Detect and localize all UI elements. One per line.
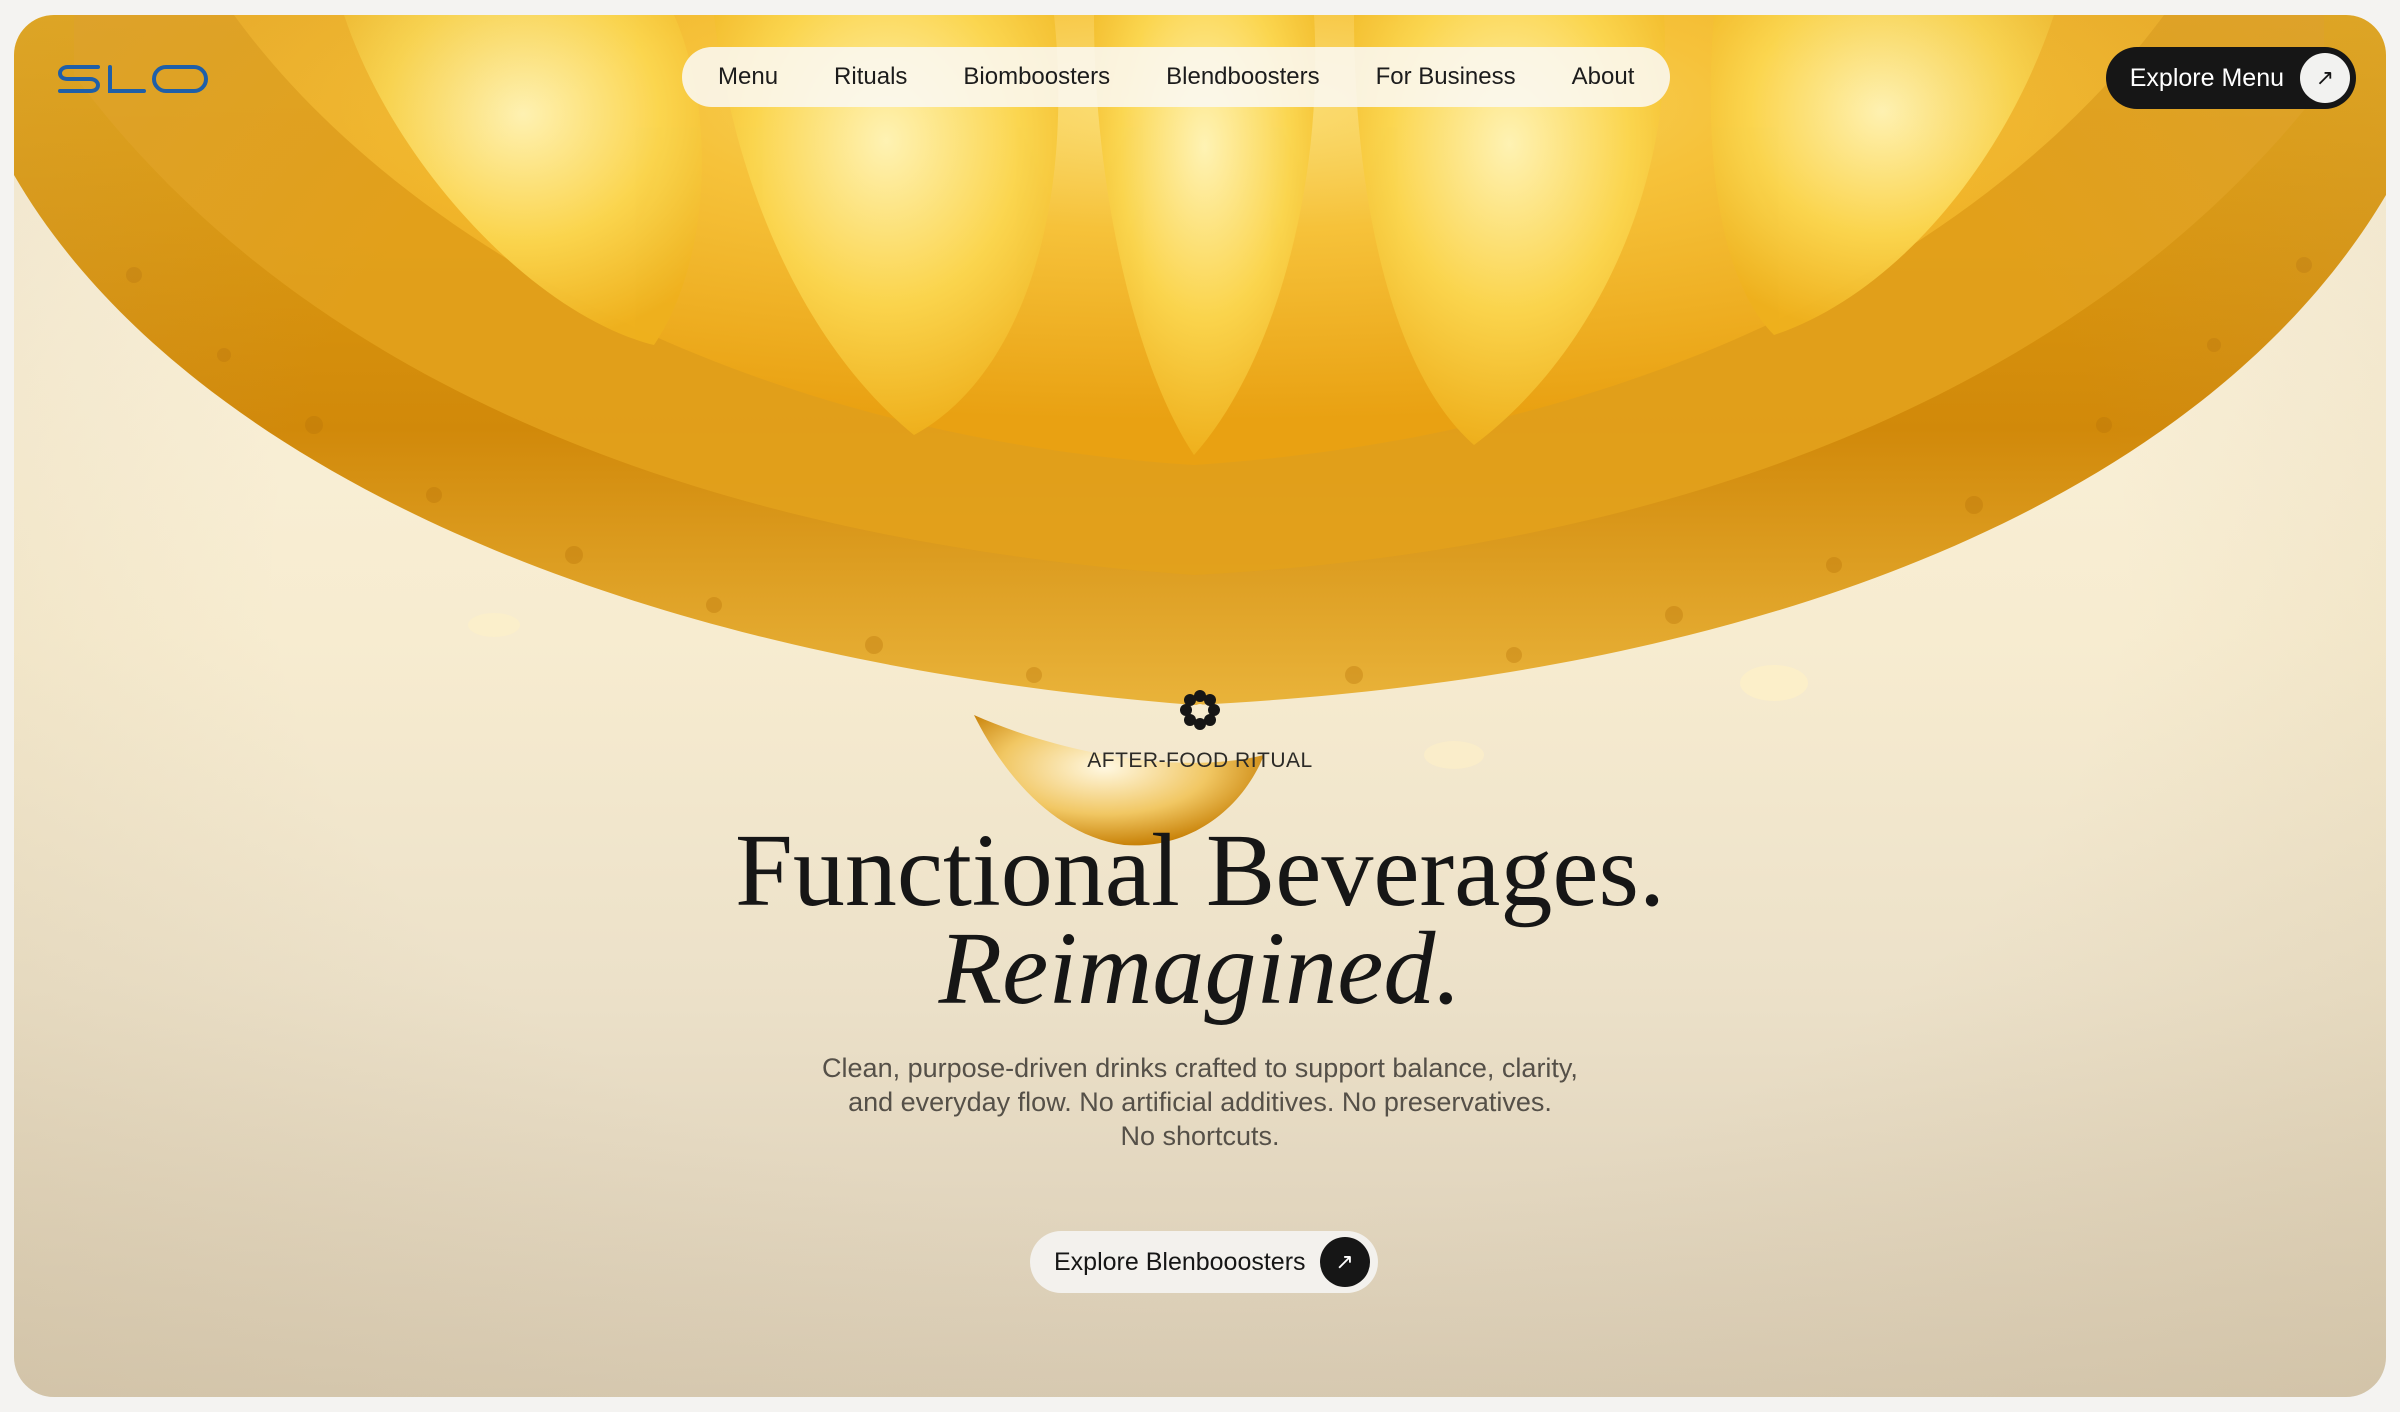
- hero-headline: Functional Beverages. Reimagined.: [14, 819, 2386, 1026]
- explore-blendboosters-button[interactable]: Explore Blenbooosters ↗: [1030, 1231, 1378, 1293]
- hero-eyebrow: AFTER-FOOD RITUAL: [1087, 749, 1313, 772]
- hero-description-line2: and everyday flow. No artificial additiv…: [848, 1087, 1552, 1117]
- explore-menu-button[interactable]: Explore Menu ↗: [2105, 47, 2356, 109]
- main-nav: Menu Rituals Biomboosters Blendboosters …: [682, 47, 1671, 107]
- flower-icon: [1180, 690, 1220, 730]
- explore-blendboosters-label: Explore Blenbooosters: [1054, 1247, 1306, 1276]
- hero-headline-line2: Reimagined.: [938, 911, 1462, 1026]
- nav-item-blendboosters[interactable]: Blendboosters: [1166, 63, 1319, 91]
- nav-item-menu[interactable]: Menu: [718, 63, 778, 91]
- page-frame: Menu Rituals Biomboosters Blendboosters …: [14, 15, 2386, 1397]
- nav-item-rituals[interactable]: Rituals: [834, 63, 907, 91]
- nav-item-about[interactable]: About: [1572, 63, 1635, 91]
- hero-description: Clean, purpose-driven drinks crafted to …: [14, 1051, 2386, 1153]
- slo-logo[interactable]: [58, 59, 208, 99]
- arrow-up-right-icon: ↗: [1319, 1237, 1370, 1287]
- hero-description-line1: Clean, purpose-driven drinks crafted to …: [822, 1053, 1578, 1083]
- nav-item-biomboosters[interactable]: Biomboosters: [963, 63, 1110, 91]
- citrus-slice-image: [14, 15, 2386, 846]
- explore-menu-label: Explore Menu: [2129, 63, 2284, 92]
- hero-description-line3: No shortcuts.: [1120, 1121, 1280, 1151]
- arrow-up-right-icon: ↗: [2300, 53, 2350, 103]
- nav-item-for-business[interactable]: For Business: [1376, 63, 1516, 91]
